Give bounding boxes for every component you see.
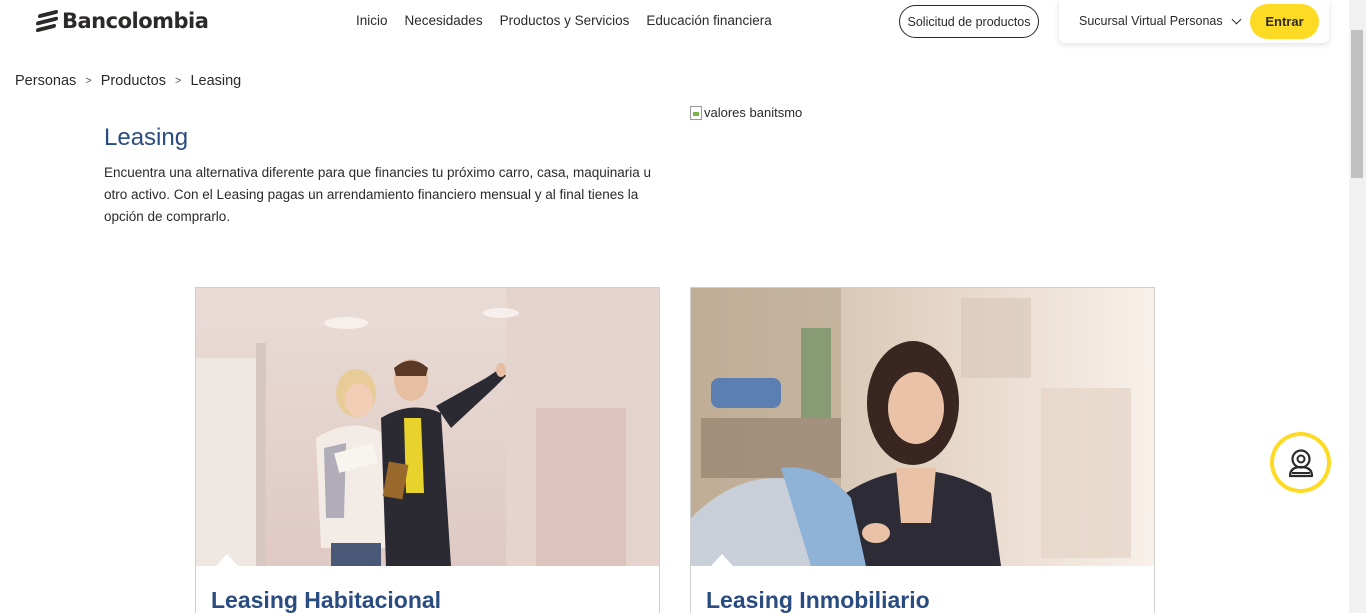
page-description: Encuentra una alternativa diferente para… (104, 165, 652, 224)
brand-name: Bancolombia (62, 9, 209, 33)
sucursal-dropdown[interactable]: Sucursal Virtual Personas (1079, 14, 1242, 28)
chat-assistant-icon (1288, 448, 1313, 477)
breadcrumb: Personas > Productos > Leasing (15, 73, 241, 89)
card-image-couple (196, 288, 659, 566)
card-title[interactable]: Leasing Habitacional (211, 587, 441, 613)
hero-image-broken: valores banitsmo (690, 105, 802, 120)
solicitud-productos-button[interactable]: Solicitud de productos (899, 5, 1039, 38)
breadcrumb-personas[interactable]: Personas (15, 73, 76, 89)
bancolombia-logo-icon (36, 9, 58, 33)
chat-assistant-inner (1274, 436, 1327, 489)
brand-logo[interactable]: Bancolombia (36, 9, 209, 33)
card-title[interactable]: Leasing Inmobiliario (706, 587, 930, 613)
scrollbar-thumb[interactable] (1351, 30, 1363, 178)
main-nav: Inicio Necesidades Productos y Servicios… (356, 13, 789, 28)
card-image-shop-owner (691, 288, 1154, 566)
breadcrumb-separator: > (175, 75, 182, 87)
broken-image-icon (690, 105, 702, 120)
nav-item-inicio[interactable]: Inicio (356, 13, 388, 28)
breadcrumb-separator: > (85, 75, 92, 87)
entrar-button[interactable]: Entrar (1250, 4, 1319, 39)
card-notch (216, 554, 238, 566)
chat-assistant-button[interactable] (1270, 432, 1331, 493)
page-title: Leasing (104, 124, 189, 151)
nav-item-educacion-financiera[interactable]: Educación financiera (646, 13, 771, 28)
card-notch (711, 554, 733, 566)
nav-item-necesidades[interactable]: Necesidades (405, 13, 483, 28)
chevron-down-icon (1231, 14, 1242, 24)
hero-image-alt: valores banitsmo (704, 105, 803, 120)
page-scrollbar[interactable] (1349, 0, 1366, 613)
sucursal-panel: Sucursal Virtual Personas Entrar (1059, 0, 1329, 43)
nav-item-productos-servicios[interactable]: Productos y Servicios (500, 13, 630, 28)
breadcrumb-productos[interactable]: Productos (101, 73, 166, 89)
product-card-leasing-habitacional[interactable]: Leasing Habitacional (195, 287, 660, 613)
site-header: Bancolombia Inicio Necesidades Productos… (0, 0, 1350, 44)
sucursal-label: Sucursal Virtual Personas (1079, 14, 1223, 28)
breadcrumb-leasing: Leasing (190, 73, 242, 89)
product-card-leasing-inmobiliario[interactable]: Leasing Inmobiliario (690, 287, 1155, 613)
